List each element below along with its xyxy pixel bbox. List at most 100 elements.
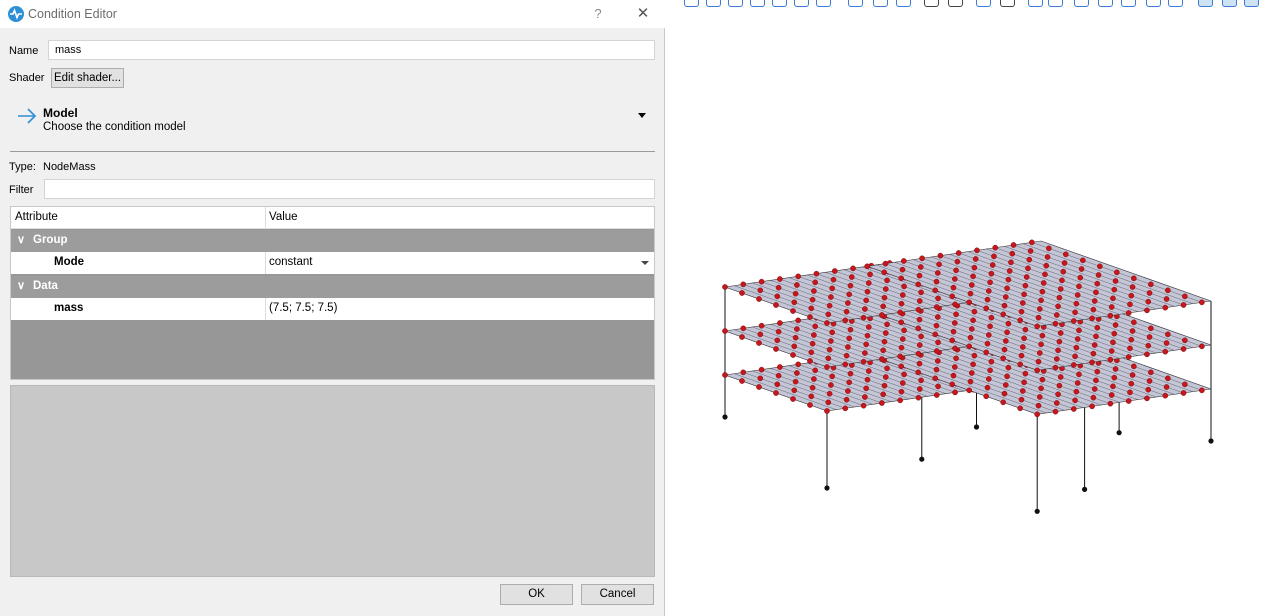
mass-node [808, 305, 815, 312]
mass-node [915, 325, 922, 332]
mass-node [1072, 309, 1078, 316]
mass-node [971, 264, 978, 271]
mass-node [1199, 387, 1205, 394]
mass-node [862, 350, 868, 356]
mass-node [1055, 391, 1061, 398]
mass-node [916, 272, 923, 279]
mass-node [955, 250, 962, 256]
mass-node [812, 279, 818, 286]
mass-node [933, 392, 940, 398]
mass-node [1063, 251, 1069, 258]
mass-node [1090, 350, 1097, 357]
column-header-value[interactable]: Value [269, 211, 298, 223]
mass-node [1005, 364, 1012, 371]
mass-node [1035, 402, 1042, 409]
mass-node [1044, 254, 1051, 260]
help-button[interactable]: ? [586, 4, 610, 24]
support-node [1116, 430, 1122, 436]
mass-node [1035, 358, 1042, 365]
mass-node [826, 346, 833, 353]
mass-node [775, 372, 782, 379]
mass-node [812, 367, 818, 374]
group-row[interactable]: ∨ Data [11, 276, 654, 298]
mass-node [916, 316, 923, 323]
mass-node [863, 385, 869, 392]
ok-button[interactable]: OK [500, 584, 573, 605]
mass-node [848, 274, 855, 280]
mass-node [952, 345, 958, 352]
dropdown-caret-icon[interactable] [641, 261, 649, 265]
mass-node [791, 387, 798, 394]
mass-node [935, 295, 941, 302]
attribute-value[interactable]: constant [269, 256, 312, 268]
window-title: Condition Editor [28, 7, 117, 21]
mass-node [1056, 294, 1063, 301]
mass-node [1053, 312, 1060, 318]
mass-node [884, 277, 890, 284]
mass-node [775, 284, 782, 291]
mass-node [966, 343, 973, 350]
mass-node [1094, 368, 1101, 375]
mass-node [777, 320, 783, 326]
mass-node [1090, 306, 1097, 313]
support-node [919, 456, 925, 462]
mass-node [932, 375, 939, 382]
3d-viewport[interactable] [666, 0, 1269, 616]
filter-label: Filter [9, 184, 34, 196]
table-row[interactable]: Mode constant [11, 252, 654, 274]
mass-node [1097, 263, 1103, 270]
mass-node [1089, 315, 1095, 322]
mass-node [1128, 380, 1135, 387]
mass-node [971, 308, 978, 315]
mass-node [722, 328, 728, 334]
mass-node [882, 260, 889, 267]
mass-node [828, 294, 834, 300]
attribute-value[interactable]: (7.5; 7.5; 7.5) [269, 302, 337, 314]
mass-node [829, 285, 835, 292]
mass-node [740, 325, 747, 332]
chevron-down-icon[interactable]: ∨ [17, 233, 25, 246]
group-row[interactable]: ∨ Group [11, 230, 654, 252]
close-button[interactable]: ✕ [630, 4, 656, 24]
mass-node [864, 376, 871, 383]
mass-node [775, 328, 782, 335]
mass-node [915, 306, 922, 313]
mass-node [879, 312, 885, 318]
mass-node [897, 397, 903, 404]
filter-input[interactable] [44, 179, 655, 199]
chevron-down-icon[interactable]: ∨ [17, 279, 25, 292]
mass-node [936, 261, 942, 268]
mass-node [1055, 347, 1061, 354]
mass-node [950, 372, 957, 379]
mass-node [898, 319, 905, 326]
mass-node [1129, 372, 1136, 378]
mass-node [811, 376, 817, 382]
support-node [722, 414, 728, 420]
support-node [1034, 508, 1040, 514]
cancel-button[interactable]: Cancel [581, 584, 654, 605]
mass-node [773, 346, 779, 352]
mass-node [1004, 285, 1010, 292]
mass-node [758, 366, 765, 373]
mass-node [792, 334, 799, 341]
mass-node [1042, 271, 1048, 278]
mass-node [916, 342, 923, 348]
mass-node [811, 332, 817, 338]
mass-node [1022, 326, 1029, 333]
edit-shader-button[interactable]: Edit shader... [51, 68, 124, 88]
mass-node [843, 308, 850, 315]
mass-node [1182, 381, 1188, 388]
mass-node [881, 294, 888, 301]
mass-node [864, 332, 871, 339]
title-bar: Condition Editor ? ✕ [0, 0, 665, 28]
mass-node [795, 273, 801, 280]
mass-node [1056, 338, 1063, 345]
table-row[interactable]: mass (7.5; 7.5; 7.5) [11, 298, 654, 320]
mass-node [899, 266, 906, 273]
attribute-name: mass [54, 302, 84, 314]
mass-node [1034, 323, 1040, 330]
name-input[interactable]: mass [48, 40, 655, 60]
column-header-attribute[interactable]: Attribute [15, 211, 58, 223]
dropdown-caret-icon[interactable] [638, 113, 646, 118]
mass-node [1108, 392, 1115, 398]
